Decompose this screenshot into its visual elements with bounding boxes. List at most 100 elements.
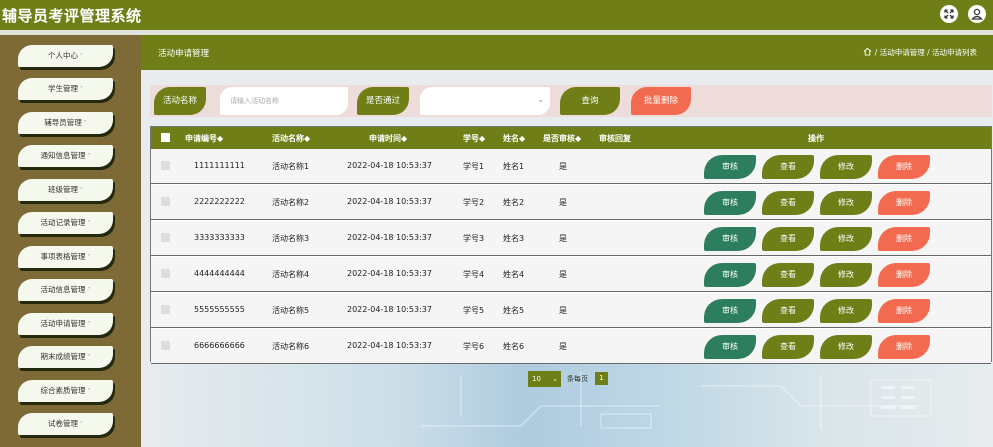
chevron-down-icon: ⌄ (552, 375, 558, 383)
sidebar-item-personal-center[interactable]: 个人中心 ˅ (18, 45, 113, 67)
row-checkbox[interactable] (161, 197, 170, 206)
audit-button[interactable]: 审核 (704, 299, 756, 323)
select-all-checkbox[interactable] (161, 133, 170, 142)
cell-student-no: 学号3 (463, 234, 485, 243)
fullscreen-icon[interactable] (940, 5, 958, 23)
sidebar-item-label: 事项表格管理 (40, 252, 86, 261)
sidebar-item-quality[interactable]: 综合素质管理 ˅ (18, 380, 113, 402)
sidebar-item-notices[interactable]: 通知信息管理 ˅ (18, 145, 113, 167)
view-button[interactable]: 查看 (762, 263, 814, 287)
sidebar-item-classes[interactable]: 班级管理 ˅ (18, 179, 113, 201)
cell-application-time: 2022-04-18 10:53:37 (347, 341, 432, 350)
view-button[interactable]: 查看 (762, 299, 814, 323)
audit-button[interactable]: 审核 (704, 191, 756, 215)
breadcrumb-text: / 活动申请管理 / 活动申请列表 (874, 48, 977, 57)
page-size-select[interactable]: 10 ⌄ (528, 371, 561, 387)
cell-audited: 是 (559, 198, 567, 207)
audit-button[interactable]: 审核 (704, 335, 756, 359)
view-button[interactable]: 查看 (762, 227, 814, 251)
sidebar-item-students[interactable]: 学生管理 ˅ (18, 78, 113, 100)
activity-name-label: 活动名称 (154, 87, 206, 115)
table-row: 5555555555 活动名称5 2022-04-18 10:53:37 学号5… (151, 293, 991, 328)
page-number-button[interactable]: 1 (595, 372, 608, 385)
sidebar-item-counselors[interactable]: 辅导员管理 ˅ (18, 112, 113, 134)
sidebar-item-label: 个人中心 (48, 51, 78, 60)
cell-activity-name: 活动名称4 (272, 270, 310, 279)
view-button[interactable]: 查看 (762, 335, 814, 359)
cell-student-no: 学号6 (463, 342, 485, 351)
audit-button[interactable]: 审核 (704, 263, 756, 287)
top-bar: 辅导员考评管理系统 (0, 0, 993, 30)
sidebar-item-exams[interactable]: 试卷管理 ˅ (18, 413, 113, 435)
cell-audited: 是 (559, 342, 567, 351)
edit-button[interactable]: 修改 (820, 299, 872, 323)
cell-audited: 是 (559, 234, 567, 243)
sidebar-item-activity-info[interactable]: 活动信息管理 ˅ (18, 279, 113, 301)
delete-button[interactable]: 删除 (878, 191, 930, 215)
breadcrumb: / 活动申请管理 / 活动申请列表 (863, 47, 977, 58)
cell-application-id: 3333333333 (194, 233, 245, 242)
sidebar-item-activity-applications[interactable]: 活动申请管理 ˅ (18, 313, 113, 335)
sidebar-item-label: 通知信息管理 (40, 151, 86, 160)
header-activity-name[interactable]: 活动名称◆ (272, 133, 310, 144)
cell-student-no: 学号2 (463, 198, 485, 207)
cell-audited: 是 (559, 162, 567, 171)
cell-application-id: 6666666666 (194, 341, 245, 350)
cell-student-name: 姓名4 (503, 270, 525, 279)
row-checkbox[interactable] (161, 341, 170, 350)
header-student-no[interactable]: 学号◆ (463, 133, 485, 144)
row-checkbox[interactable] (161, 305, 170, 314)
cell-application-id: 2222222222 (194, 197, 245, 206)
cell-student-name: 姓名5 (503, 306, 525, 315)
delete-button[interactable]: 删除 (878, 227, 930, 251)
edit-button[interactable]: 修改 (820, 335, 872, 359)
audit-button[interactable]: 审核 (704, 227, 756, 251)
view-button[interactable]: 查看 (762, 191, 814, 215)
pass-status-label: 是否通过 (357, 87, 409, 115)
cell-activity-name: 活动名称5 (272, 306, 310, 315)
home-icon[interactable] (863, 47, 872, 58)
cell-audited: 是 (559, 306, 567, 315)
chevron-down-icon: ˅ (87, 287, 91, 294)
header-audited[interactable]: 是否审核◆ (543, 133, 581, 144)
edit-button[interactable]: 修改 (820, 227, 872, 251)
delete-button[interactable]: 删除 (878, 155, 930, 179)
chevron-down-icon: ˅ (83, 120, 87, 127)
sidebar-item-activity-records[interactable]: 活动记录管理 ˅ (18, 212, 113, 234)
row-checkbox[interactable] (161, 233, 170, 242)
pass-status-select[interactable]: ⌄ (420, 87, 550, 115)
cell-student-name: 姓名1 (503, 162, 525, 171)
sidebar-item-label: 辅导员管理 (44, 118, 82, 127)
header-application-id[interactable]: 申请编号◆ (185, 133, 223, 144)
activity-name-input[interactable]: 请输入活动名称 (220, 87, 348, 115)
search-bar: 活动名称 请输入活动名称 是否通过 ⌄ 查询 批量删除 (150, 85, 992, 117)
chevron-down-icon: ˅ (80, 187, 83, 194)
sidebar-item-final-grades[interactable]: 期末成绩管理 ˅ (18, 346, 113, 368)
sidebar-item-forms[interactable]: 事项表格管理 ˅ (18, 246, 113, 268)
chevron-down-icon: ⌄ (537, 95, 544, 104)
edit-button[interactable]: 修改 (820, 155, 872, 179)
row-checkbox[interactable] (161, 161, 170, 170)
main-content: 活动名称 请输入活动名称 是否通过 ⌄ 查询 批量删除 申请编号◆ 活动名称◆ … (141, 70, 993, 447)
sidebar-item-label: 综合素质管理 (40, 386, 86, 395)
header-student-name[interactable]: 姓名◆ (503, 133, 525, 144)
delete-button[interactable]: 删除 (878, 335, 930, 359)
delete-button[interactable]: 删除 (878, 299, 930, 323)
sidebar-item-label: 活动信息管理 (40, 285, 86, 294)
page-header: 活动申请管理 / 活动申请管理 / 活动申请列表 (141, 35, 993, 70)
chevron-down-icon: ˅ (87, 388, 91, 395)
page-size-value: 10 (532, 375, 541, 383)
chevron-down-icon: ˅ (87, 220, 91, 227)
audit-button[interactable]: 审核 (704, 155, 756, 179)
user-icon[interactable] (968, 5, 986, 23)
view-button[interactable]: 查看 (762, 155, 814, 179)
header-application-time[interactable]: 申请时间◆ (369, 133, 407, 144)
batch-delete-button[interactable]: 批量删除 (631, 87, 691, 115)
edit-button[interactable]: 修改 (820, 191, 872, 215)
edit-button[interactable]: 修改 (820, 263, 872, 287)
row-checkbox[interactable] (161, 269, 170, 278)
app-title: 辅导员考评管理系统 (2, 7, 142, 25)
query-button[interactable]: 查询 (560, 87, 620, 115)
delete-button[interactable]: 删除 (878, 263, 930, 287)
chevron-down-icon: ˅ (87, 254, 91, 261)
